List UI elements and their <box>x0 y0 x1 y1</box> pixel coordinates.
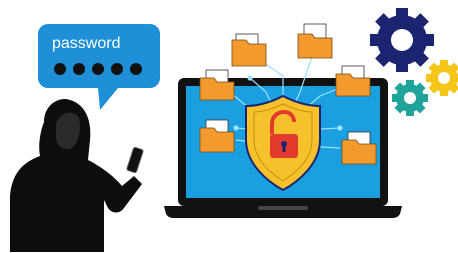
smartphone-icon <box>126 147 144 173</box>
gear-icon <box>426 60 458 96</box>
gear-icon <box>370 8 434 72</box>
folder-icon <box>335 65 371 97</box>
folder-icon <box>231 33 267 67</box>
folder-icon <box>297 23 333 59</box>
gear-icon <box>392 80 428 116</box>
password-speech-bubble: password <box>38 24 160 110</box>
illustration: password <box>10 8 458 252</box>
password-label: password <box>52 35 120 52</box>
hacker-figure <box>10 98 142 252</box>
folder-icon <box>199 69 235 101</box>
